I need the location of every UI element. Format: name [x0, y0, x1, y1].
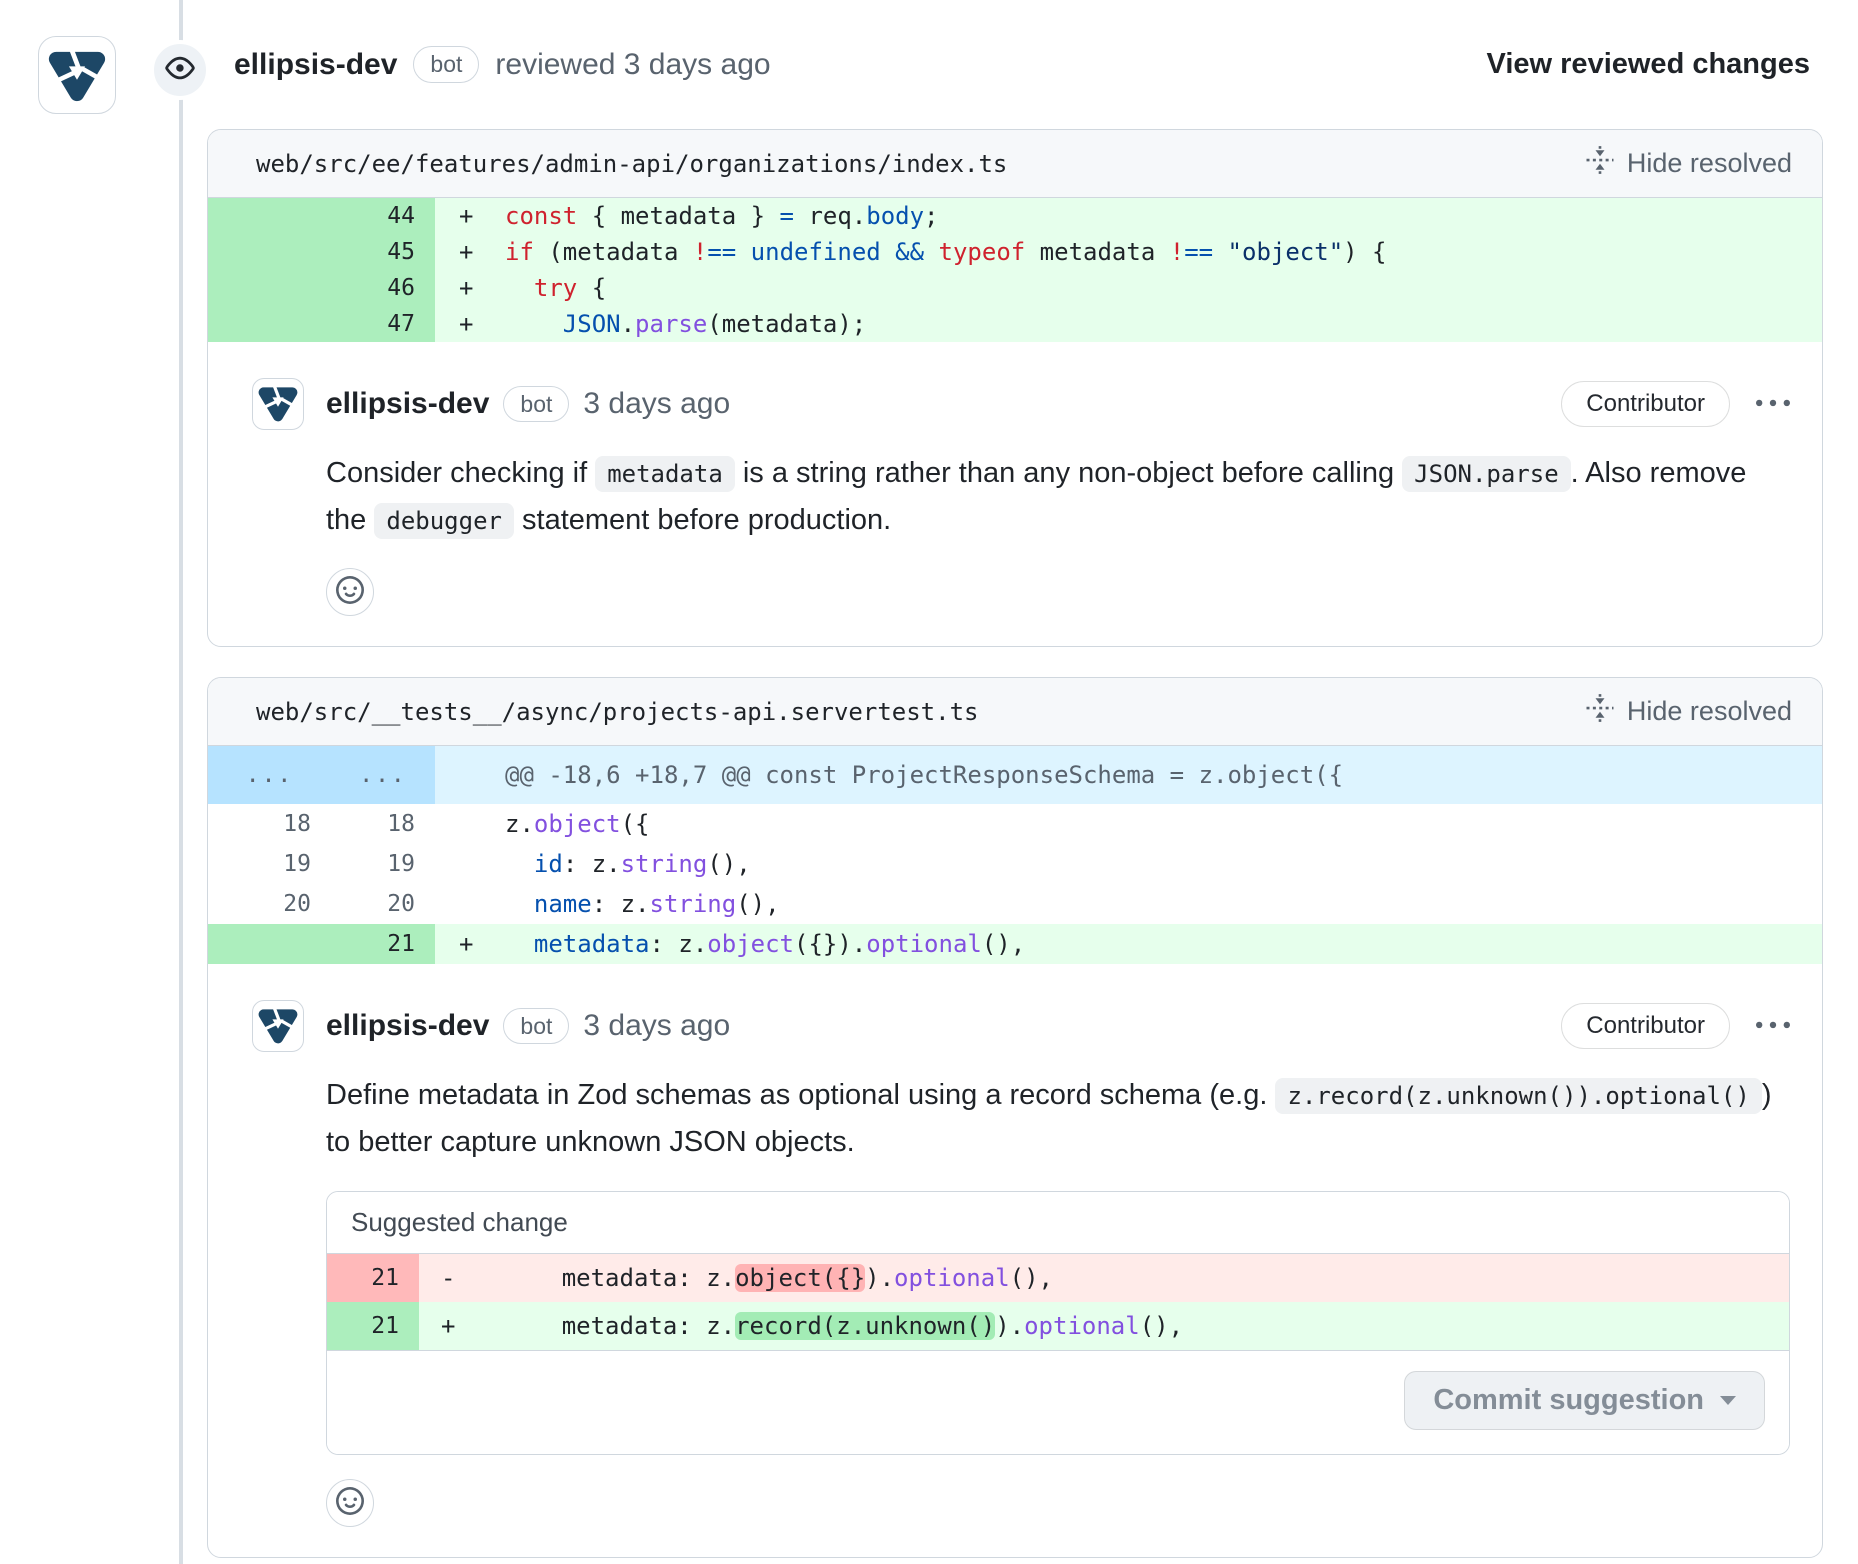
diff-row-context: 1818z.object({ — [208, 804, 1822, 844]
bot-badge: bot — [413, 46, 479, 83]
diff-row-add: 45+if (metadata !== undefined && typeof … — [208, 234, 1822, 270]
hide-resolved-button[interactable]: Hide resolved — [1585, 145, 1792, 182]
kebab-menu-button[interactable] — [1756, 1009, 1790, 1043]
comment-body: Consider checking if metadata is a strin… — [326, 450, 1790, 544]
fold-icon — [1585, 693, 1615, 730]
diff-row-hunk: ......@@ -18,6 +18,7 @@ const ProjectRes… — [208, 746, 1822, 804]
diff-row-add: 44+const { metadata } = req.body; — [208, 198, 1822, 234]
comment-header-actions: Contributor — [1561, 1003, 1790, 1049]
file-path-link[interactable]: web/src/__tests__/async/projects-api.ser… — [256, 698, 978, 726]
suggested-change-diff: 21- metadata: z.object({}).optional(),21… — [327, 1254, 1789, 1350]
diff-snippet: ......@@ -18,6 +18,7 @@ const ProjectRes… — [208, 746, 1822, 964]
inline-code: z.record(z.unknown()).optional() — [1275, 1078, 1761, 1114]
smiley-icon — [336, 1487, 364, 1520]
file-header: web/src/ee/features/admin-api/organizati… — [208, 130, 1822, 198]
inline-code: metadata — [595, 456, 735, 492]
add-reaction-button[interactable] — [326, 568, 374, 616]
commit-suggestion-label: Commit suggestion — [1433, 1384, 1704, 1417]
bot-badge: bot — [503, 1008, 569, 1045]
reviewer-avatar[interactable] — [38, 36, 116, 114]
comment-header: ellipsis-dev bot 3 days ago Contributor — [252, 378, 1790, 430]
contributor-badge: Contributor — [1561, 1003, 1730, 1049]
review-thread-card-2: web/src/__tests__/async/projects-api.ser… — [207, 677, 1823, 1558]
comment-header-actions: Contributor — [1561, 381, 1790, 427]
pr-review-page: ellipsis-dev bot reviewed 3 days ago Vie… — [0, 0, 1858, 1564]
comment-body: Define metadata in Zod schemas as option… — [326, 1072, 1790, 1165]
diff-row-add: 46+ try { — [208, 270, 1822, 306]
ellipsis-dev-logo-icon — [48, 44, 106, 107]
hide-resolved-button[interactable]: Hide resolved — [1585, 693, 1792, 730]
kebab-menu-button[interactable] — [1756, 387, 1790, 421]
diff-row-context: 1919 id: z.string(), — [208, 844, 1822, 884]
review-header: ellipsis-dev bot reviewed 3 days ago Vie… — [0, 0, 1858, 129]
suggested-change-footer: Commit suggestion — [327, 1350, 1789, 1454]
suggested-change-title: Suggested change — [327, 1192, 1789, 1254]
fold-icon — [1585, 145, 1615, 182]
diff-row-del: 21- metadata: z.object({}).optional(), — [327, 1254, 1789, 1302]
diff-snippet: 44+const { metadata } = req.body;45+if (… — [208, 198, 1822, 342]
inline-code: JSON.parse — [1402, 456, 1571, 492]
comment-avatar[interactable] — [252, 1000, 304, 1052]
triangle-down-icon — [1720, 1396, 1736, 1405]
reviewer-name[interactable]: ellipsis-dev — [234, 48, 397, 82]
review-event-badge — [150, 40, 210, 100]
comment-author[interactable]: ellipsis-dev — [326, 387, 489, 421]
diff-row-add: 21+ metadata: z.record(z.unknown()).opti… — [327, 1302, 1789, 1350]
inline-code: debugger — [374, 503, 514, 539]
review-thread-card-1: web/src/ee/features/admin-api/organizati… — [207, 129, 1823, 647]
smiley-icon — [336, 576, 364, 609]
view-reviewed-changes-link[interactable]: View reviewed changes — [1487, 48, 1810, 81]
comment-timestamp[interactable]: 3 days ago — [583, 1009, 730, 1043]
diff-row-add: 47+ JSON.parse(metadata); — [208, 306, 1822, 342]
review-comment: ellipsis-dev bot 3 days ago Contributor … — [208, 964, 1822, 1557]
hide-resolved-label: Hide resolved — [1627, 148, 1792, 179]
suggested-change-block: Suggested change 21- metadata: z.object(… — [326, 1191, 1790, 1455]
contributor-badge: Contributor — [1561, 381, 1730, 427]
card-gap — [0, 647, 1858, 677]
eye-icon — [165, 53, 195, 88]
comment-header: ellipsis-dev bot 3 days ago Contributor — [252, 1000, 1790, 1052]
ellipsis-dev-logo-icon — [258, 382, 298, 427]
diff-row-add: 21+ metadata: z.object({}).optional(), — [208, 924, 1822, 964]
file-path-link[interactable]: web/src/ee/features/admin-api/organizati… — [256, 150, 1007, 178]
ellipsis-dev-logo-icon — [258, 1004, 298, 1049]
add-reaction-button[interactable] — [326, 1479, 374, 1527]
commit-suggestion-button[interactable]: Commit suggestion — [1404, 1371, 1765, 1430]
hide-resolved-label: Hide resolved — [1627, 696, 1792, 727]
diff-row-context: 2020 name: z.string(), — [208, 884, 1822, 924]
comment-avatar[interactable] — [252, 378, 304, 430]
timeline-line — [179, 0, 183, 1564]
review-comment: ellipsis-dev bot 3 days ago Contributor … — [208, 342, 1822, 646]
bot-badge: bot — [503, 386, 569, 423]
comment-author[interactable]: ellipsis-dev — [326, 1009, 489, 1043]
file-header: web/src/__tests__/async/projects-api.ser… — [208, 678, 1822, 746]
comment-timestamp[interactable]: 3 days ago — [583, 387, 730, 421]
review-action-text: reviewed 3 days ago — [495, 48, 770, 82]
